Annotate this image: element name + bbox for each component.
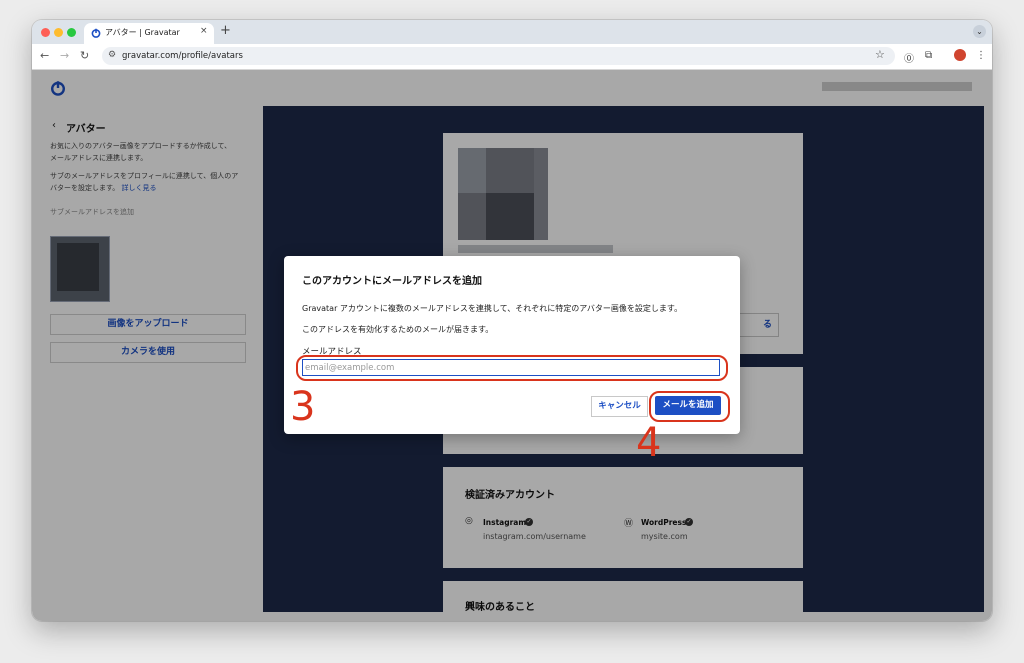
annotation-highlight-button (649, 391, 730, 422)
annotation-step-3: 3 (290, 384, 316, 430)
browser-menu-icon[interactable]: ⋮ (976, 50, 986, 61)
bookmark-star-icon[interactable]: ☆ (875, 48, 885, 61)
annotation-highlight-input (296, 355, 728, 381)
browser-tab[interactable]: アバター | Gravatar × (84, 23, 214, 44)
cancel-button[interactable]: キャンセル (591, 396, 648, 417)
browser-toolbar: ← → ↻ ⚙ gravatar.com/profile/avatars ☆ ⓪… (32, 44, 992, 70)
dialog-note: このアドレスを有効化するためのメールが届きます。 (302, 325, 494, 334)
browser-window: アバター | Gravatar × + ⌄ ← → ↻ ⚙ gravatar.c… (32, 20, 992, 621)
gravatar-favicon-icon (91, 28, 101, 38)
new-tab-icon[interactable]: + (220, 23, 231, 38)
add-email-dialog: このアカウントにメールアドレスを追加 Gravatar アカウントに複数のメール… (284, 256, 740, 434)
reload-icon[interactable]: ↻ (80, 49, 89, 62)
address-bar[interactable]: ⚙ gravatar.com/profile/avatars (102, 47, 895, 65)
tab-search-icon[interactable]: ⌄ (973, 25, 986, 38)
tab-title: アバター | Gravatar (105, 28, 180, 37)
forward-icon[interactable]: → (60, 49, 69, 62)
page-content: ‹ アバター お気に入りのアバター画像をアプロードするか作成して、 メールアドレ… (32, 70, 992, 621)
dialog-title: このアカウントにメールアドレスを追加 (302, 276, 482, 287)
back-icon[interactable]: ← (40, 49, 49, 62)
maximize-window-button[interactable] (67, 28, 76, 37)
url-text[interactable]: gravatar.com/profile/avatars (122, 51, 243, 61)
tab-strip: アバター | Gravatar × + ⌄ (32, 20, 992, 44)
dialog-description: Gravatar アカウントに複数のメールアドレスを連携して、それぞれに特定のア… (302, 304, 683, 313)
minimize-window-button[interactable] (54, 28, 63, 37)
extensions-puzzle-icon[interactable]: ⧉ (925, 50, 932, 61)
extension-icon[interactable]: ⓪ (904, 50, 914, 65)
annotation-step-4: 4 (636, 420, 662, 466)
close-window-button[interactable] (41, 28, 50, 37)
profile-avatar-icon[interactable] (954, 49, 966, 61)
site-info-icon[interactable]: ⚙ (108, 50, 116, 60)
tab-close-icon[interactable]: × (200, 26, 208, 36)
